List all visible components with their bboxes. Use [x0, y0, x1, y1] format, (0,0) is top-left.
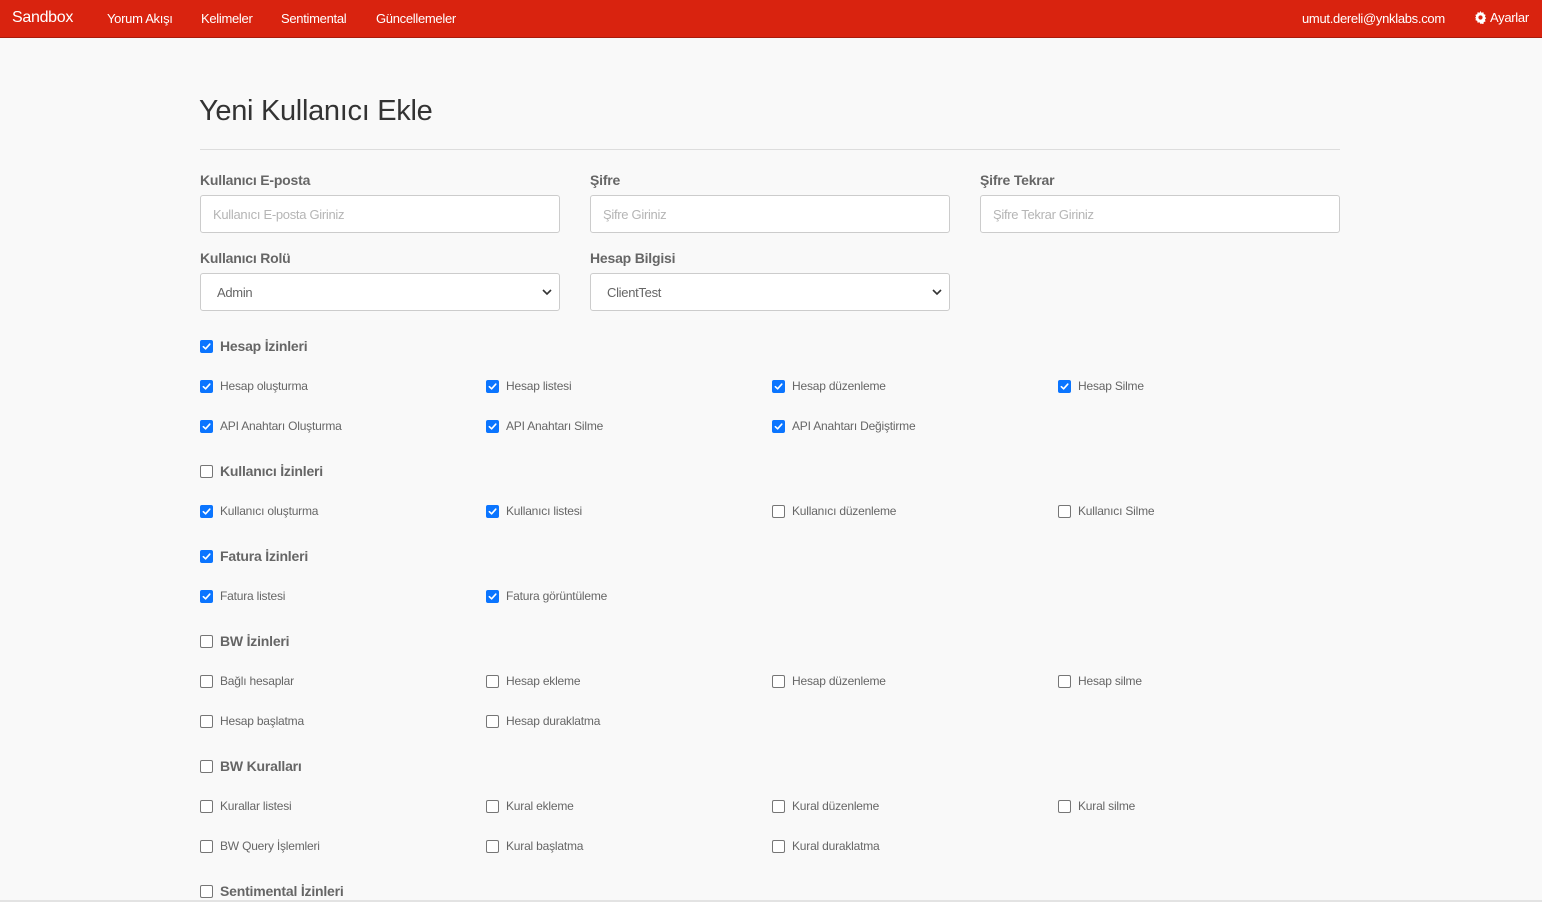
permission-label: Hesap silme: [1078, 674, 1142, 688]
permission-label: Hesap duraklatma: [506, 714, 601, 728]
permission-checkbox[interactable]: [1058, 800, 1071, 813]
group-checkbox[interactable]: [200, 550, 213, 563]
nav-link-kelimeler[interactable]: Kelimeler: [201, 11, 253, 26]
permission-checkbox[interactable]: [1058, 675, 1071, 688]
nav-link-yorum-akisi[interactable]: Yorum Akışı: [107, 11, 173, 26]
permission-checkbox[interactable]: [200, 840, 213, 853]
permission-checkbox[interactable]: [200, 380, 213, 393]
permission-checkbox[interactable]: [1058, 505, 1071, 518]
email-input[interactable]: [200, 195, 560, 233]
permission-label: Kullanıcı listesi: [506, 504, 582, 518]
permission-label: BW Query İşlemleri: [220, 839, 320, 853]
nav-link-guncellemeler[interactable]: Güncellemeler: [376, 11, 456, 26]
permission-label: Kural ekleme: [506, 799, 574, 813]
permission-label: Hesap listesi: [506, 379, 572, 393]
permission-label: Kurallar listesi: [220, 799, 292, 813]
permission-group-label: BW Kuralları: [220, 758, 302, 774]
account-select[interactable]: ClientTest: [590, 273, 950, 311]
gear-icon: [1474, 11, 1487, 24]
permission-label: Fatura listesi: [220, 589, 286, 603]
permission-label: Fatura görüntüleme: [506, 589, 608, 603]
permission-checkbox[interactable]: [486, 420, 499, 433]
settings-link[interactable]: Ayarlar: [1474, 10, 1529, 25]
group-checkbox[interactable]: [200, 760, 213, 773]
role-select-value: Admin: [217, 284, 253, 300]
permission-label: Kural düzenleme: [792, 799, 880, 813]
permission-label: Kullanıcı Silme: [1078, 504, 1155, 518]
permission-checkbox[interactable]: [486, 675, 499, 688]
permission-checkbox[interactable]: [772, 505, 785, 518]
permission-checkbox[interactable]: [486, 380, 499, 393]
permission-checkbox[interactable]: [772, 420, 785, 433]
permission-label: Bağlı hesaplar: [220, 674, 294, 688]
permission-label: API Anahtarı Silme: [506, 419, 604, 433]
permission-checkbox[interactable]: [200, 590, 213, 603]
settings-label: Ayarlar: [1490, 10, 1529, 25]
permission-group-label: Fatura İzinleri: [220, 548, 309, 564]
permission-checkbox[interactable]: [486, 505, 499, 518]
permission-checkbox[interactable]: [200, 675, 213, 688]
chevron-down-icon: [542, 289, 552, 296]
chevron-down-icon: [932, 289, 942, 296]
permission-checkbox[interactable]: [772, 840, 785, 853]
group-checkbox[interactable]: [200, 885, 213, 898]
user-email-link[interactable]: umut.dereli@ynklabs.com: [1302, 11, 1445, 26]
permission-checkbox[interactable]: [486, 840, 499, 853]
permission-checkbox[interactable]: [486, 800, 499, 813]
account-label: Hesap Bilgisi: [590, 250, 676, 266]
permission-label: Hesap düzenleme: [792, 379, 886, 393]
role-select[interactable]: Admin: [200, 273, 560, 311]
permission-checkbox[interactable]: [486, 590, 499, 603]
permission-label: Kullanıcı oluşturma: [220, 504, 319, 518]
brand-link[interactable]: Sandbox: [12, 9, 73, 27]
permission-label: Hesap oluşturma: [220, 379, 308, 393]
permission-checkbox[interactable]: [200, 800, 213, 813]
role-label: Kullanıcı Rolü: [200, 250, 291, 266]
permission-checkbox[interactable]: [772, 675, 785, 688]
permission-checkbox[interactable]: [772, 800, 785, 813]
permission-label: Kural duraklatma: [792, 839, 880, 853]
permission-checkbox[interactable]: [772, 380, 785, 393]
permission-group-label: Kullanıcı İzinleri: [220, 463, 323, 479]
permission-checkbox[interactable]: [486, 715, 499, 728]
permission-checkbox[interactable]: [200, 505, 213, 518]
permission-label: Kural silme: [1078, 799, 1136, 813]
permission-group-label: Sentimental İzinleri: [220, 883, 344, 899]
permission-label: Hesap ekleme: [506, 674, 581, 688]
permission-label: Hesap Silme: [1078, 379, 1144, 393]
group-checkbox[interactable]: [200, 635, 213, 648]
group-checkbox[interactable]: [200, 465, 213, 478]
permission-label: Kullanıcı düzenleme: [792, 504, 897, 518]
email-label: Kullanıcı E-posta: [200, 172, 311, 188]
permission-checkbox[interactable]: [1058, 380, 1071, 393]
permission-label: Hesap düzenleme: [792, 674, 886, 688]
password-input[interactable]: [590, 195, 950, 233]
permission-label: Kural başlatma: [506, 839, 584, 853]
permission-checkbox[interactable]: [200, 715, 213, 728]
permission-label: API Anahtarı Oluşturma: [220, 419, 342, 433]
permission-label: Hesap başlatma: [220, 714, 304, 728]
title-divider: [200, 149, 1340, 150]
top-navbar: Sandbox Yorum Akışı Kelimeler Sentimenta…: [0, 0, 1542, 38]
password-label: Şifre: [590, 172, 621, 188]
group-checkbox[interactable]: [200, 340, 213, 353]
account-select-value: ClientTest: [607, 284, 662, 300]
password-repeat-input[interactable]: [980, 195, 1340, 233]
nav-link-sentimental[interactable]: Sentimental: [281, 11, 347, 26]
permission-checkbox[interactable]: [200, 420, 213, 433]
page-title: Yeni Kullanıcı Ekle: [199, 95, 433, 127]
password-repeat-label: Şifre Tekrar: [980, 172, 1055, 188]
permission-group-label: BW İzinleri: [220, 633, 290, 649]
permission-group-label: Hesap İzinleri: [220, 338, 308, 354]
permission-label: API Anahtarı Değiştirme: [792, 419, 916, 433]
